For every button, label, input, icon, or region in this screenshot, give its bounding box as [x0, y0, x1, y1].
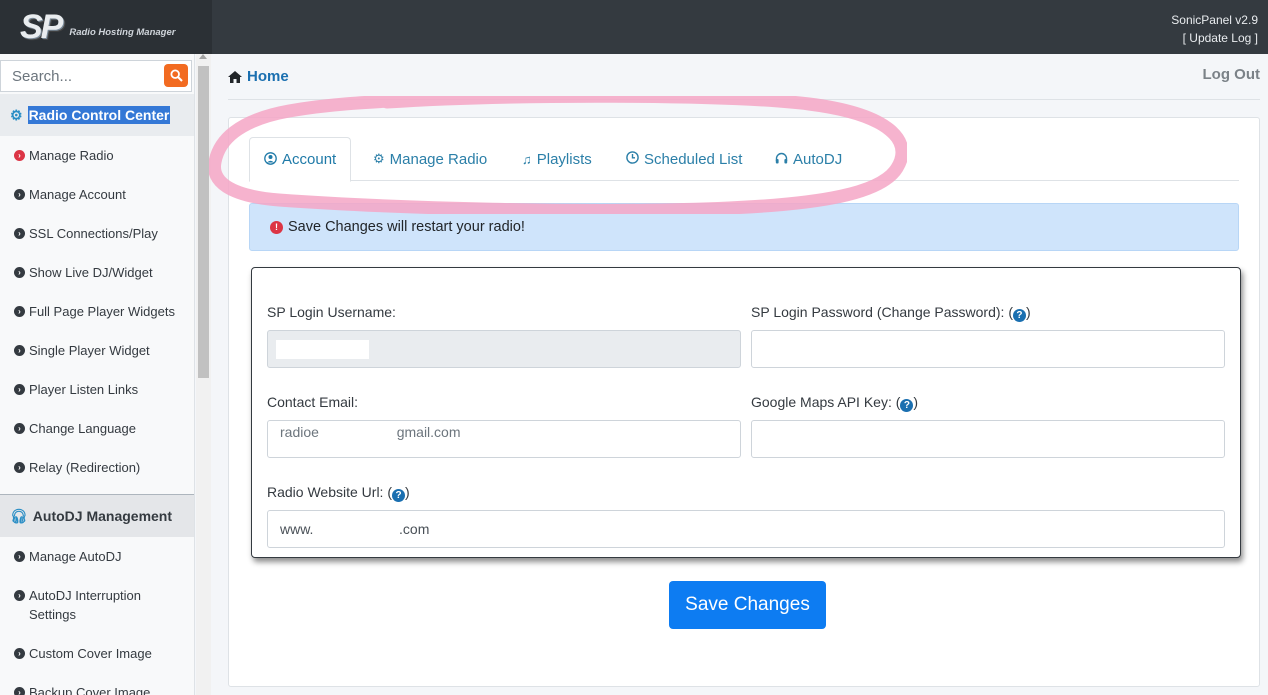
email-value: radioe gmail.com [280, 424, 461, 440]
sidebar-item-manage-radio[interactable]: › Manage Radio [14, 146, 192, 165]
password-label: SP Login Password (Change Password): (?) [751, 304, 1031, 322]
email-field[interactable]: radioe gmail.com [267, 420, 741, 458]
chevron-circle-icon: › [14, 462, 25, 473]
scrollbar-thumb[interactable] [198, 66, 209, 378]
maps-api-label: Google Maps API Key: (?) [751, 394, 918, 412]
sidebar-item-label: Relay (Redirection) [29, 460, 141, 475]
logout-link[interactable]: Log Out [1203, 66, 1260, 83]
website-label-close: ) [405, 484, 410, 500]
username-label: SP Login Username: [267, 304, 396, 320]
maps-label-close: ) [913, 394, 919, 410]
redaction-box [276, 340, 369, 359]
sidebar-item-relay[interactable]: › Relay (Redirection) [14, 458, 192, 477]
chevron-circle-icon: › [14, 306, 25, 317]
sidebar-search [0, 60, 194, 94]
sidebar-item-single-player[interactable]: › Single Player Widget [14, 341, 192, 360]
headphones-icon: 🎧︎ [10, 507, 28, 524]
chevron-circle-icon: › [14, 228, 25, 239]
email-label: Contact Email: [267, 394, 359, 410]
breadcrumb-home-link[interactable]: Home [247, 68, 289, 85]
sidebar-item-player-listen-links[interactable]: › Player Listen Links [14, 380, 192, 399]
sidebar-item-change-language[interactable]: › Change Language [14, 419, 192, 438]
sidebar-item-label: AutoDJ Interruption Settings [29, 588, 142, 622]
section-label: AutoDJ Management [32, 508, 173, 524]
sidebar-item-label: Player Listen Links [29, 382, 139, 397]
password-label-close: ) [1025, 304, 1031, 320]
chevron-circle-icon: › [14, 150, 25, 161]
sidebar-item-custom-cover[interactable]: › Custom Cover Image [14, 644, 192, 663]
question-circle-icon[interactable]: ? [392, 489, 406, 502]
section-label: Radio Control Center [27, 106, 171, 124]
website-field[interactable]: www. .com [267, 510, 1225, 548]
password-label-text: SP Login Password (Change Password): ( [751, 304, 1013, 320]
highlight-annotation [209, 96, 907, 214]
password-field[interactable] [751, 330, 1225, 368]
chevron-circle-icon: › [14, 267, 25, 278]
sidebar-item-label: Custom Cover Image [29, 646, 152, 661]
sidebar-item-label: Change Language [29, 421, 136, 436]
chevron-circle-icon: › [14, 384, 25, 395]
sidebar-item-label: Full Page Player Widgets [29, 304, 175, 319]
sp-logo: SP [20, 7, 63, 46]
maps-label-text: Google Maps API Key: ( [751, 394, 901, 410]
sidebar-item-label: Manage Radio [29, 148, 114, 163]
version-label: SonicPanel v2.9 [1171, 13, 1258, 27]
search-icon [169, 69, 183, 82]
chevron-circle-icon: › [14, 687, 25, 695]
exclamation-circle-icon: ! [270, 220, 283, 234]
sidebar-item-label: Manage Account [29, 187, 126, 202]
website-value: www. .com [280, 521, 430, 537]
section-radio-control-center[interactable]: ⚙ Radio Control Center [0, 94, 194, 136]
version-info: SonicPanel v2.9 [ Update Log ] [1171, 11, 1258, 47]
sidebar-item-manage-account[interactable]: › Manage Account [14, 185, 192, 204]
maps-api-field[interactable] [751, 420, 1225, 458]
sidebar-item-ssl-connections[interactable]: › SSL Connections/Play [14, 224, 192, 243]
brand-logo-area[interactable]: SP Radio Hosting Manager [0, 0, 212, 54]
sidebar-item-full-page-player[interactable]: › Full Page Player Widgets [14, 302, 192, 321]
chevron-circle-icon: › [14, 345, 25, 356]
section-autodj-management[interactable]: 🎧︎ AutoDJ Management [0, 495, 194, 537]
sidebar-item-manage-autodj[interactable]: › Manage AutoDJ [14, 547, 192, 566]
question-circle-icon[interactable]: ? [900, 399, 914, 412]
sidebar-item-label: Single Player Widget [29, 343, 150, 358]
update-log-link[interactable]: [ Update Log ] [1171, 29, 1258, 47]
chevron-circle-icon: › [14, 189, 25, 200]
sidebar: ⚙ Radio Control Center › Manage Radio › Ma… [0, 54, 195, 695]
sidebar-item-label: Backup Cover Image [29, 685, 151, 695]
breadcrumb: Home [228, 68, 289, 85]
sidebar-item-label: SSL Connections/Play [29, 226, 158, 241]
website-label-text: Radio Website Url: ( [267, 484, 393, 500]
sidebar-item-label: Manage AutoDJ [29, 549, 122, 564]
scroll-up-arrow-icon[interactable] [199, 54, 207, 59]
search-button[interactable] [164, 64, 188, 87]
website-label: Radio Website Url: (?) [267, 484, 410, 502]
sidebar-item-label: Show Live DJ/Widget [29, 265, 153, 280]
home-icon [228, 70, 242, 83]
chevron-circle-icon: › [14, 551, 25, 562]
question-circle-icon[interactable]: ? [1012, 309, 1026, 322]
sidebar-item-backup-cover[interactable]: › Backup Cover Image [14, 683, 192, 695]
sidebar-item-autodj-interruption[interactable]: › AutoDJ Interruption Settings [14, 586, 164, 624]
chevron-circle-icon: › [14, 590, 25, 601]
logo-subtitle: Radio Hosting Manager [69, 26, 176, 38]
save-changes-button[interactable]: Save Changes [669, 581, 826, 629]
chevron-circle-icon: › [14, 423, 25, 434]
chevron-circle-icon: › [14, 648, 25, 659]
alert-text: Save Changes will restart your radio! [288, 219, 525, 235]
gear-icon: ⚙ [10, 106, 23, 123]
sidebar-item-show-live-dj[interactable]: › Show Live DJ/Widget [14, 263, 192, 282]
